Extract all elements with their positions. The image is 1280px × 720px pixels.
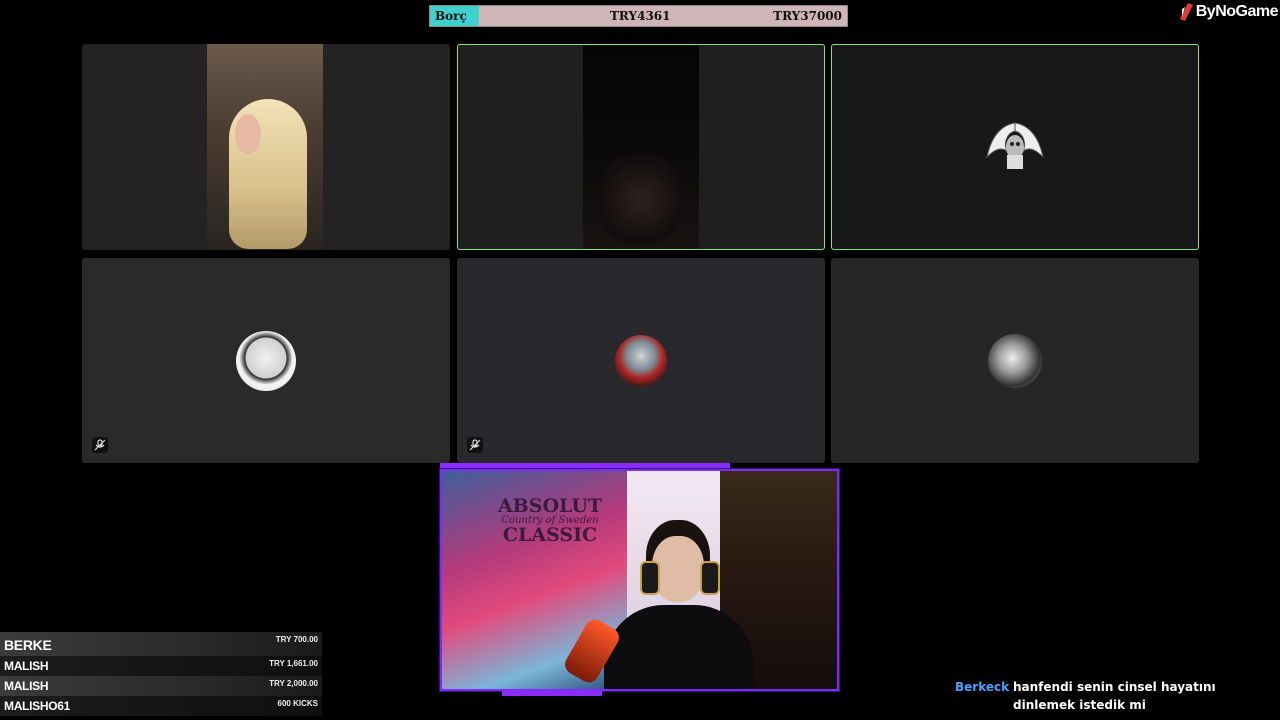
donation-amount: TRY 2,000.00 [269,679,318,688]
streamer-frame-accent [502,690,602,696]
participant-tile-5[interactable] [457,258,825,463]
headphone-right-icon [700,561,720,595]
participant-camera-feed [583,45,699,249]
chat-username: Berkeck [955,680,1010,694]
donation-amount: TRY 700.00 [275,635,318,644]
participant-tile-1[interactable] [82,44,450,250]
streamer-body [604,605,754,689]
mic-muted-icon [467,437,483,453]
poster-line: CLASSIC [502,524,598,546]
headphone-left-icon [640,561,660,595]
participant-tile-3[interactable] [831,44,1199,250]
gangster-avatar [236,330,296,391]
bynogame-logo-icon [1179,3,1193,21]
participant-face [235,114,261,154]
donation-row: MALISHO61 600 KICKS [0,696,322,716]
couple-avatar [988,333,1042,388]
winged-skull-avatar [986,122,1044,169]
donation-row: MALISH TRY 2,000.00 [0,676,322,696]
goal-label: Borç [435,9,467,23]
recent-donations-list: BERKE TRY 700.00 MALISH TRY 1,661.00 MAL… [0,632,322,716]
participant-tile-4[interactable] [82,258,450,463]
poster-text: ABSOLUT Country of Sweden CLASSIC [490,495,610,546]
participant-tile-6[interactable] [831,258,1199,463]
goal-target-amount: TRY37000 [773,9,842,23]
donor-name: MALISHO61 [4,699,70,713]
assassin-avatar [615,334,667,387]
participant-camera-feed [207,44,323,250]
streamer-person [604,531,754,689]
donation-row: MALISH TRY 1,661.00 [0,656,322,676]
donation-goal-bar: Borç TRY4361 TRY37000 [429,5,848,27]
mic-muted-icon [92,437,108,453]
donor-name: MALISH [4,679,49,693]
chat-text: hanfendi senin cinsel hayatını dinlemek … [1013,680,1216,712]
goal-current-amount: TRY4361 [610,9,671,23]
streamer-webcam: ABSOLUT Country of Sweden CLASSIC [440,469,839,691]
participant-face [601,155,681,245]
brand-logo: ByNoGame [1179,2,1279,22]
donor-name: BERKE [4,637,52,653]
donation-amount: 600 KICKS [277,699,318,708]
donation-row: BERKE TRY 700.00 [0,632,322,656]
brand-name: ByNoGame [1195,3,1279,20]
poster-title: ABSOLUT [497,495,603,517]
donation-amount: TRY 1,661.00 [269,659,318,668]
participant-tile-2[interactable] [457,44,825,250]
donor-name: MALISH [4,659,49,673]
